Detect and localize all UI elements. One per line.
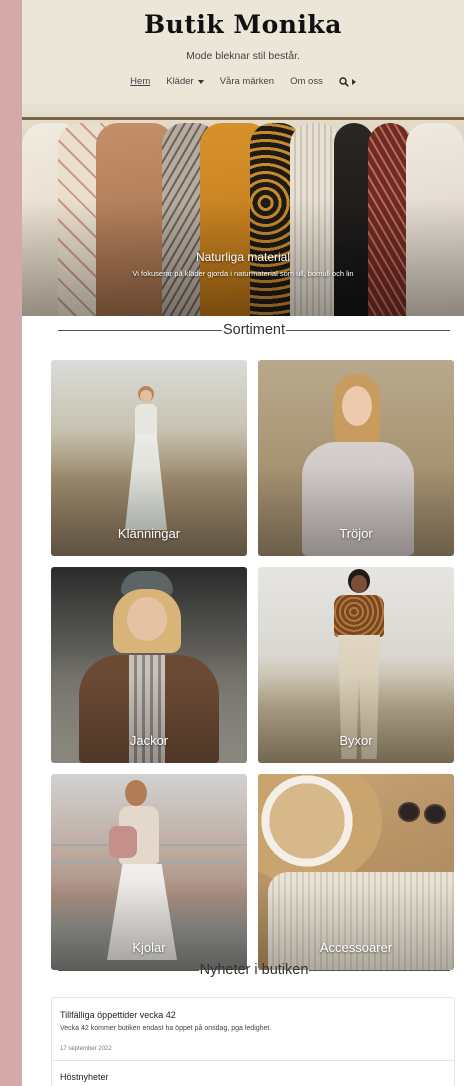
nav-item-about[interactable]: Om oss xyxy=(282,76,331,87)
site-logo[interactable]: Butik Monika xyxy=(22,10,464,40)
category-label: Kjolar xyxy=(132,940,166,955)
site-header: Butik Monika Mode bleknar stil består. H… xyxy=(22,0,464,103)
news-heading: Nyheter i butiken xyxy=(22,962,464,978)
category-label: Klänningar xyxy=(117,526,181,541)
heading-line-right xyxy=(309,969,450,971)
news-item-title[interactable]: Höstnyheter xyxy=(60,1072,109,1082)
heading-line-right xyxy=(286,329,450,331)
heading-line-left xyxy=(58,969,199,971)
nav-item-brands[interactable]: Våra märken xyxy=(212,76,282,87)
category-label: Jackor xyxy=(129,733,169,748)
category-card-skirts[interactable]: Kjolar xyxy=(51,774,247,970)
nav-item-home-label: Hem xyxy=(130,76,151,87)
assortment-heading-label: Sortiment xyxy=(222,322,286,338)
search-icon xyxy=(339,76,349,87)
hero-banner[interactable]: Naturliga material Vi fokuserar på kläde… xyxy=(22,103,464,316)
category-label: Tröjor xyxy=(339,526,373,541)
news-item[interactable]: Tillfälliga öppettider vecka 42 Vecka 42… xyxy=(52,998,454,1060)
news-item-date: 17 september 2022 xyxy=(60,1046,112,1052)
category-label: Accessoarer xyxy=(319,940,393,955)
hero-title: Naturliga material xyxy=(195,250,291,264)
nav-item-brands-label: Våra märken xyxy=(219,76,275,87)
news-heading-label: Nyheter i butiken xyxy=(199,962,309,978)
category-card-accessories[interactable]: Accessoarer xyxy=(258,774,454,970)
hero-shade xyxy=(22,103,464,316)
site-tagline: Mode bleknar stil består. xyxy=(186,50,300,62)
caret-down-icon xyxy=(197,79,204,84)
nav-item-home[interactable]: Hem xyxy=(122,76,158,87)
caret-right-icon xyxy=(351,78,356,85)
news-item-body: Vecka 42 kommer butiken endast ha öppet … xyxy=(60,1025,272,1032)
main-nav: Hem Kläder Våra märken Om oss xyxy=(22,76,464,87)
nav-item-clothes-label: Kläder xyxy=(166,76,194,87)
category-grid: Klänningar Tröjor Jackor Byxor Kjolar Ac… xyxy=(51,360,455,970)
category-card-trousers[interactable]: Byxor xyxy=(258,567,454,763)
news-item[interactable]: Höstnyheter xyxy=(52,1061,454,1086)
nav-item-clothes[interactable]: Kläder xyxy=(158,76,211,87)
category-card-sweaters[interactable]: Tröjor xyxy=(258,360,454,556)
assortment-heading: Sortiment xyxy=(22,322,464,338)
page: Butik Monika Mode bleknar stil består. H… xyxy=(22,0,464,1086)
search-toggle[interactable] xyxy=(331,76,364,87)
heading-line-left xyxy=(58,329,222,331)
nav-item-about-label: Om oss xyxy=(290,76,323,87)
category-card-jackets[interactable]: Jackor xyxy=(51,567,247,763)
hero-subtitle: Vi fokuserar på kläder gjorda i naturmat… xyxy=(132,269,354,278)
category-label: Byxor xyxy=(339,733,373,748)
news-item-title[interactable]: Tillfälliga öppettider vecka 42 xyxy=(60,1010,446,1020)
news-list: Tillfälliga öppettider vecka 42 Vecka 42… xyxy=(51,997,455,1086)
category-card-dresses[interactable]: Klänningar xyxy=(51,360,247,556)
